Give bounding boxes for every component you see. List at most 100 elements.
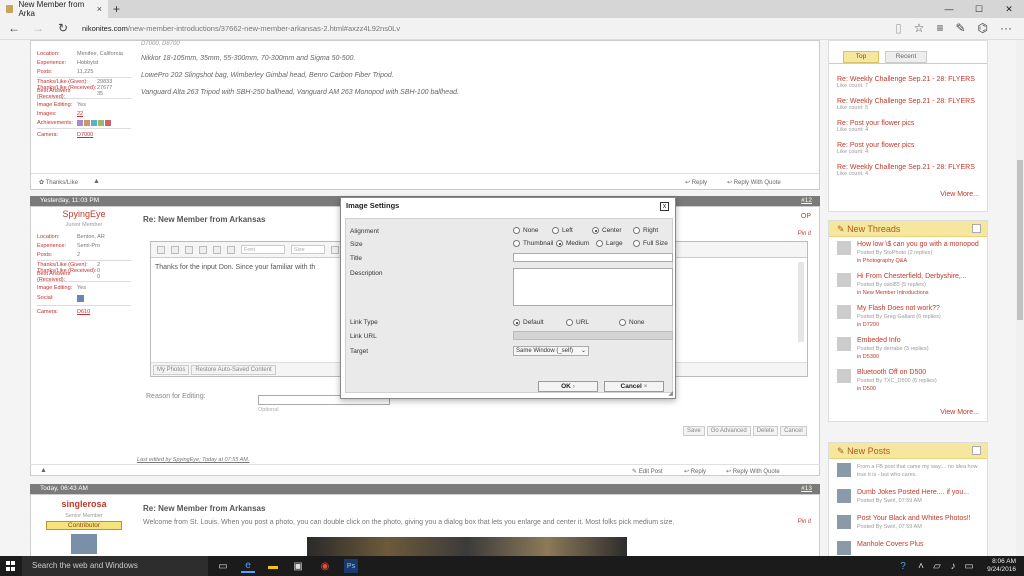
username[interactable]: SpyingEye	[37, 209, 131, 219]
close-window-button[interactable]: ✕	[994, 0, 1024, 18]
size-select[interactable]: Size	[291, 245, 325, 254]
thread-title-link[interactable]: How low \$ can you go with a monopod	[857, 241, 979, 249]
bold-icon[interactable]	[199, 245, 207, 254]
size-thumbnail-radio[interactable]: Thumbnail	[513, 240, 553, 247]
back-arrow-icon[interactable]: ←	[8, 21, 20, 35]
image-icon[interactable]	[185, 245, 193, 254]
thread-thumbnail[interactable]	[837, 305, 851, 319]
top-item-link[interactable]: Re: Weekly Challenge Sep.21 - 28: FLYERS	[837, 98, 985, 105]
dialog-cancel-button[interactable]: Cancel ×	[604, 381, 664, 392]
camera-value[interactable]: D7000	[77, 132, 93, 138]
thread-forum-link[interactable]: in New Member Introductions	[857, 289, 967, 297]
post-12-number[interactable]: #12	[801, 196, 812, 206]
thanks-like-button[interactable]: ✿ Thanks/Like	[39, 179, 78, 186]
reply-button[interactable]: ↩ Reply	[685, 179, 707, 186]
restore-autosave-button[interactable]: Restore Auto-Saved Content	[191, 365, 276, 375]
align-center-radio[interactable]: Center	[592, 227, 622, 234]
keyboard-icon[interactable]: ▭	[962, 559, 976, 573]
view-more-link[interactable]: View More...	[940, 191, 987, 198]
reply-button[interactable]: ↩ Reply	[684, 468, 706, 475]
tab-close-icon[interactable]: ×	[97, 4, 102, 14]
resize-grip-icon[interactable]: ◢	[668, 390, 673, 397]
align-none-radio[interactable]: None	[513, 227, 539, 234]
page-scrollbar[interactable]	[1016, 40, 1024, 556]
thread-thumbnail[interactable]	[837, 241, 851, 255]
reading-view-icon[interactable]: ▯	[895, 21, 902, 35]
tab-recent[interactable]: Recent	[885, 51, 927, 63]
edge-browser-icon[interactable]: e	[241, 559, 255, 573]
clock[interactable]: 8:06 AM 9/24/2016	[987, 558, 1016, 574]
go-advanced-button[interactable]: Go Advanced	[706, 426, 751, 436]
maximize-button[interactable]: ☐	[964, 0, 994, 18]
taskbar-search[interactable]: Search the web and Windows	[22, 556, 208, 576]
top-item-link[interactable]: Re: Weekly Challenge Sep.21 - 28: FLYERS	[837, 164, 985, 171]
chrome-icon[interactable]: ◉	[318, 559, 332, 573]
photoshop-icon[interactable]: Ps	[344, 559, 358, 573]
post-thumbnail[interactable]	[837, 463, 851, 477]
save-button[interactable]: Save	[683, 426, 705, 436]
post-title-link[interactable]: Post Your Black and Whites Photos!!	[857, 515, 971, 523]
forward-arrow-icon[interactable]: →	[32, 21, 44, 35]
thread-thumbnail[interactable]	[837, 369, 851, 383]
report-icon[interactable]: ▲	[40, 467, 47, 474]
target-select[interactable]: Same Window (_self) ⌄	[513, 346, 589, 356]
reply-with-quote-button[interactable]: ↩ Reply With Quote	[726, 468, 780, 475]
thread-forum-link[interactable]: in D500	[857, 385, 937, 393]
collapse-icon[interactable]	[972, 446, 981, 455]
ok-button[interactable]: OK ›	[538, 381, 598, 392]
web-note-icon[interactable]: ✎	[955, 21, 965, 35]
my-photos-button[interactable]: My Photos	[153, 365, 190, 375]
thread-forum-link[interactable]: in Photography Q&A	[857, 257, 979, 265]
top-item-link[interactable]: Re: Post your flower pics	[837, 142, 985, 149]
text-color-icon[interactable]	[331, 245, 339, 254]
hub-icon[interactable]: ≡	[936, 21, 943, 35]
minimize-button[interactable]: —	[934, 0, 964, 18]
start-button[interactable]	[0, 556, 22, 576]
file-explorer-icon[interactable]: ▬	[266, 559, 280, 573]
reply-with-quote-button[interactable]: ↩ Reply With Quote	[727, 179, 781, 186]
remove-format-icon[interactable]	[157, 245, 165, 254]
delete-button[interactable]: Delete	[752, 426, 779, 436]
store-icon[interactable]: ▣	[291, 559, 305, 573]
thread-title-link[interactable]: My Flash Does not work??	[857, 305, 941, 313]
editor-text[interactable]: Thanks for the input Don. Since your fam…	[155, 264, 315, 271]
help-icon[interactable]: ?	[896, 559, 910, 573]
new-tab-button[interactable]: +	[113, 2, 120, 16]
thread-title-link[interactable]: Hi From Chesterfield, Derbyshire,...	[857, 273, 967, 281]
favorite-star-icon[interactable]: ☆	[914, 21, 925, 35]
pin-it-button[interactable]: Pin it	[798, 519, 811, 525]
thread-thumbnail[interactable]	[837, 273, 851, 287]
url-field[interactable]: nikonites.com/new-member-introductions/3…	[82, 24, 400, 33]
font-select[interactable]: Font	[241, 245, 285, 254]
report-icon[interactable]: ▲	[93, 178, 100, 185]
link-none-radio[interactable]: None	[619, 319, 645, 326]
cancel-edit-button[interactable]: Cancel	[780, 426, 807, 436]
size-fullsize-radio[interactable]: Full Size	[633, 240, 668, 247]
link-url-input[interactable]	[513, 331, 673, 340]
tab-top[interactable]: Top	[843, 51, 879, 63]
thread-thumbnail[interactable]	[837, 337, 851, 351]
pin-it-button[interactable]: Pin it	[798, 231, 811, 237]
description-textarea[interactable]	[513, 268, 673, 306]
refresh-icon[interactable]: ↻	[58, 21, 68, 35]
post-thumbnail[interactable]	[837, 489, 851, 503]
post-title-link[interactable]: Dumb Jokes Posted Here.... if you...	[857, 489, 969, 497]
thread-forum-link[interactable]: in D7200	[857, 321, 941, 329]
thread-forum-link[interactable]: in D5300	[857, 353, 929, 361]
achievement-badges-icon[interactable]	[77, 119, 111, 126]
align-left-radio[interactable]: Left	[552, 227, 573, 234]
username[interactable]: singlerosa	[37, 499, 131, 509]
thread-title-link[interactable]: Bluetooth Off on D500	[857, 369, 937, 377]
top-item-link[interactable]: Re: Weekly Challenge Sep.21 - 28: FLYERS	[837, 76, 985, 83]
browser-tab[interactable]: New Member from Arka ×	[0, 0, 108, 18]
camera-value[interactable]: D610	[77, 309, 90, 315]
post-thumbnail[interactable]	[837, 515, 851, 529]
dialog-close-button[interactable]: x	[660, 202, 669, 211]
edit-post-button[interactable]: ✎ Edit Post	[632, 468, 663, 475]
align-right-radio[interactable]: Right	[633, 227, 658, 234]
title-input[interactable]	[513, 253, 673, 262]
underline-icon[interactable]	[227, 245, 235, 254]
more-icon[interactable]: ···	[1000, 21, 1012, 35]
facebook-icon[interactable]	[77, 294, 84, 302]
source-icon[interactable]	[171, 245, 179, 254]
